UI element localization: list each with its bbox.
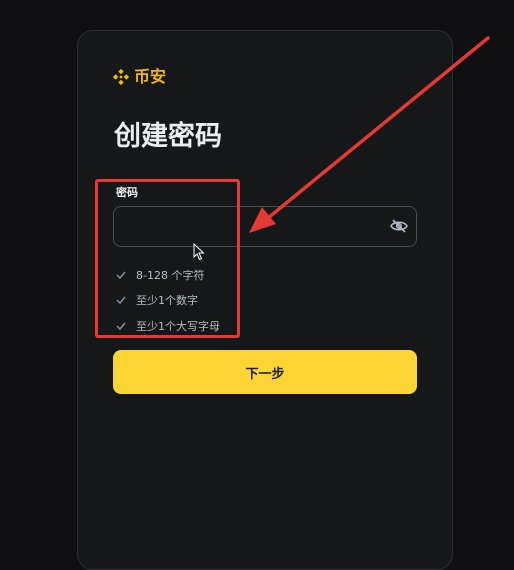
annotation-arrow-icon	[249, 36, 490, 233]
